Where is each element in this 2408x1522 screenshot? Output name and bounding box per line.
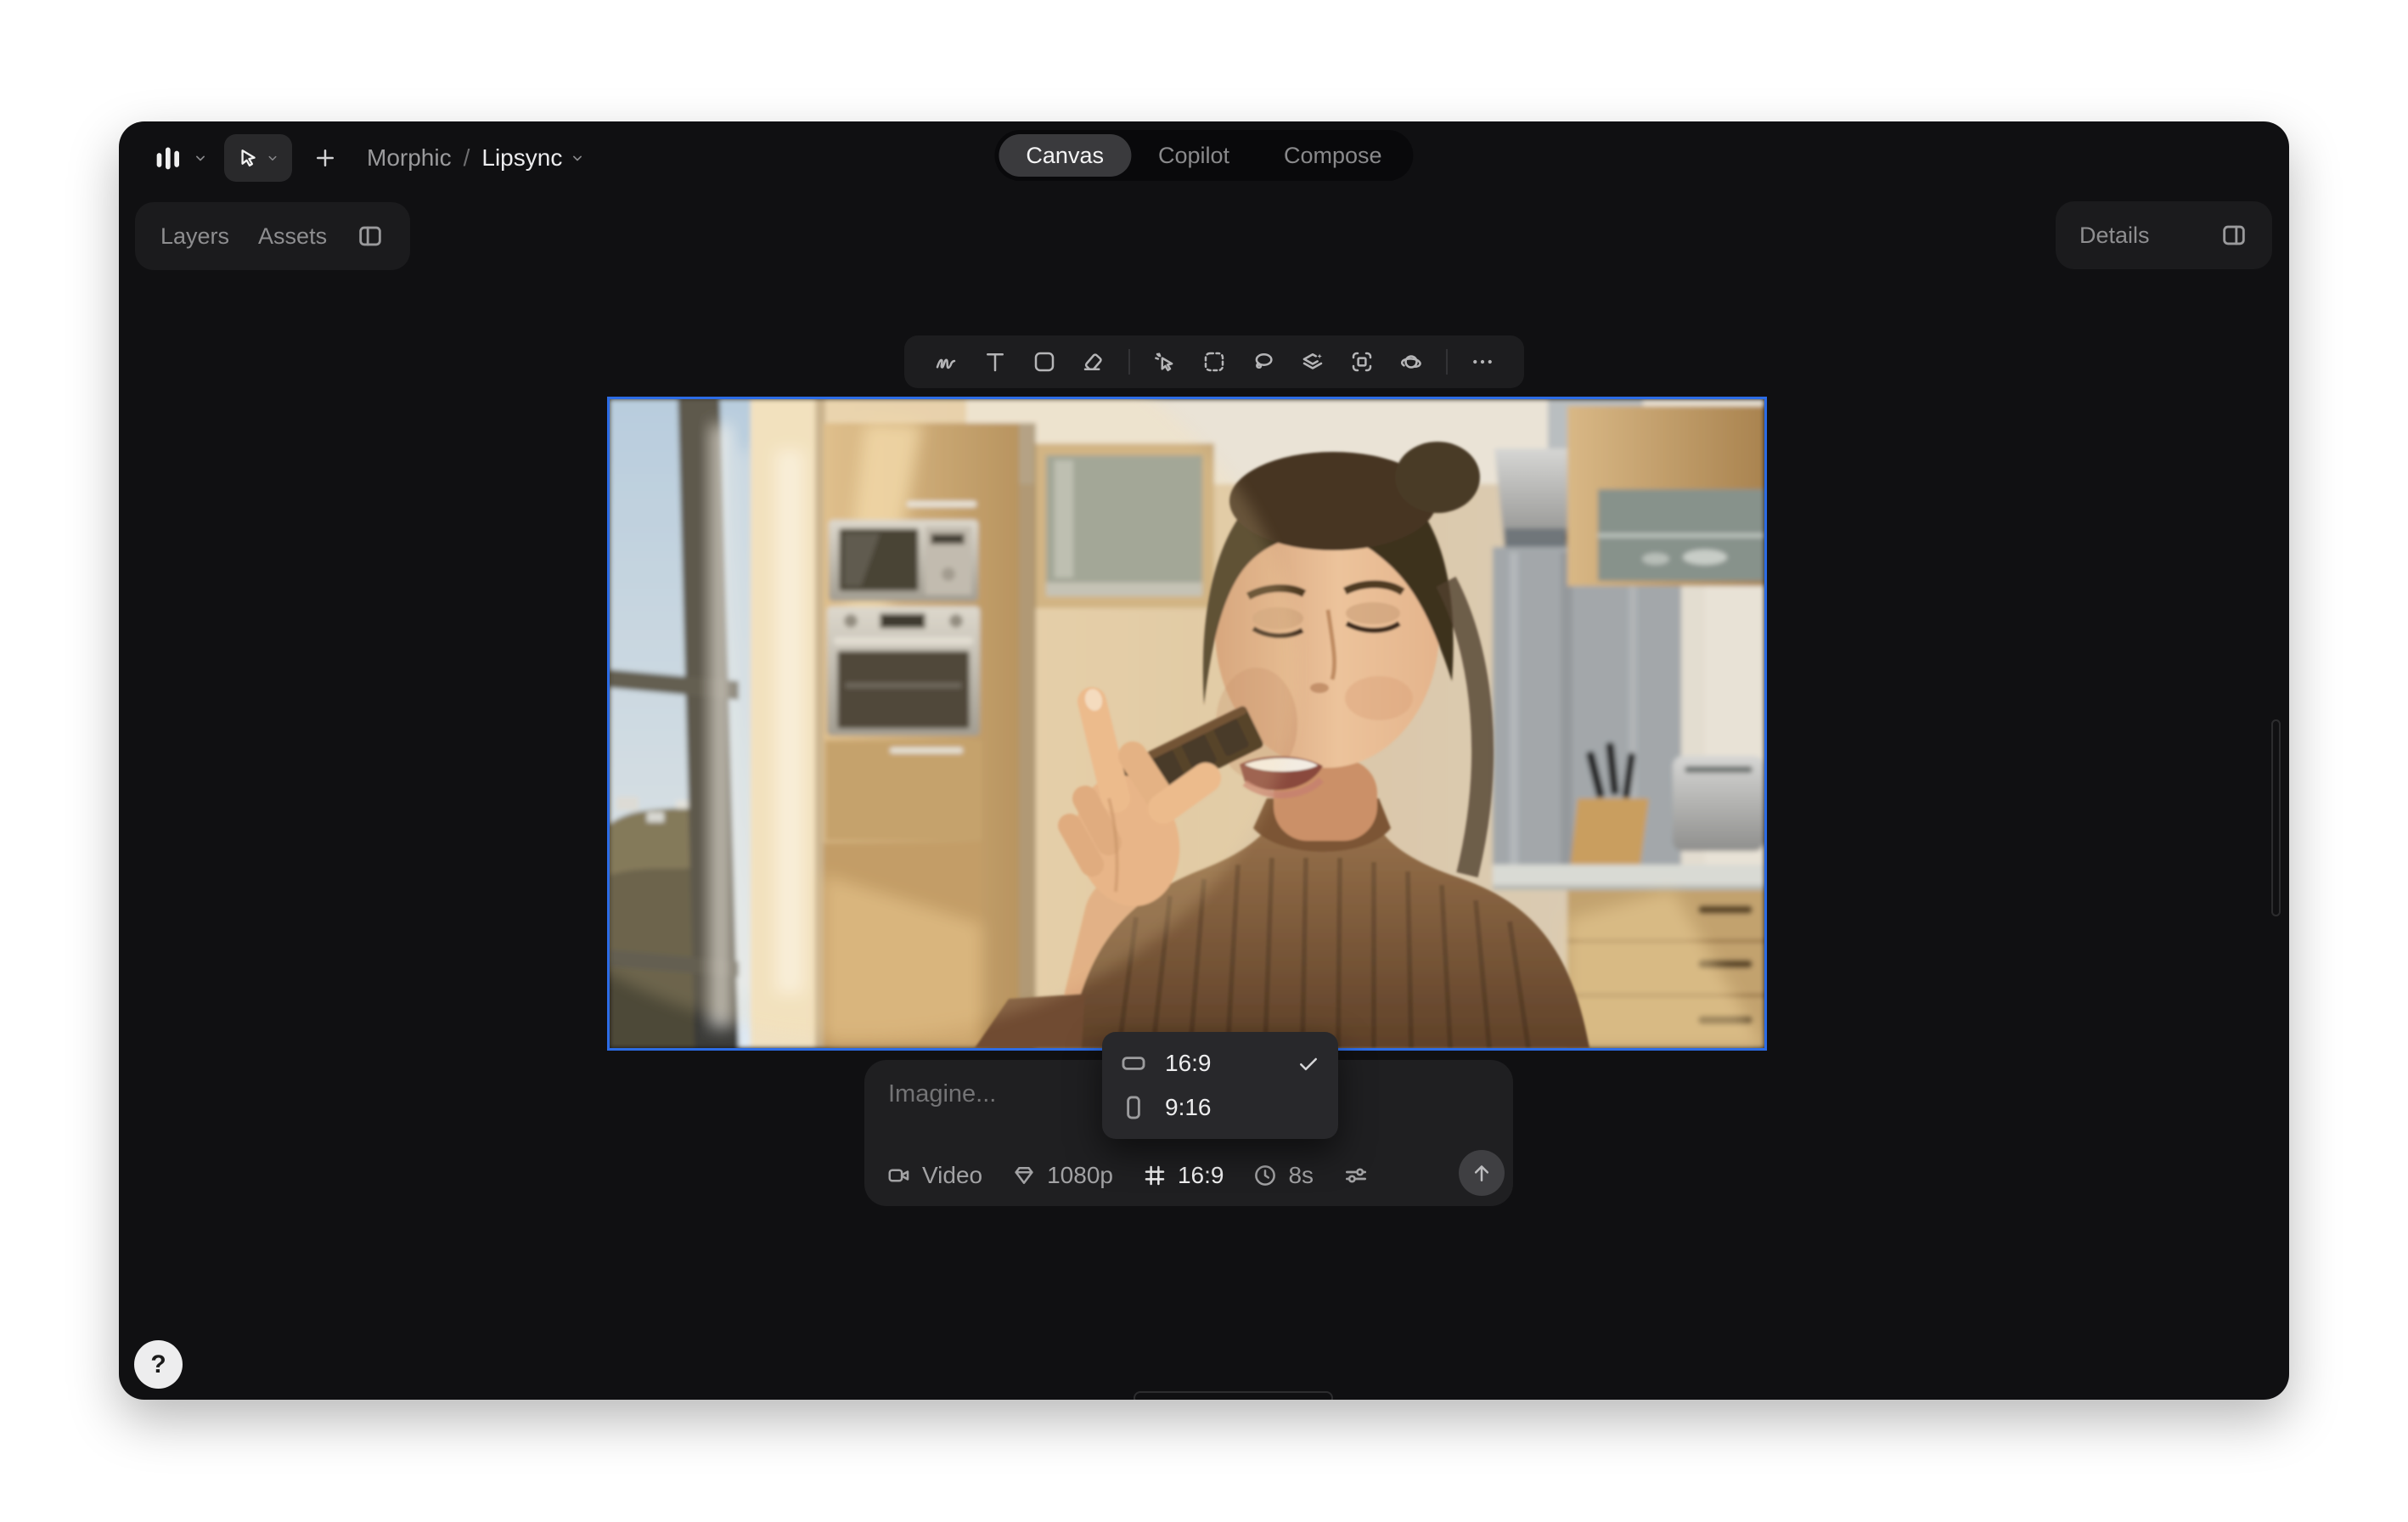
breadcrumb-project-label: Lipsync <box>481 144 562 172</box>
breadcrumb-separator: / <box>464 144 470 172</box>
eraser-tool-button[interactable] <box>1069 335 1118 388</box>
assets-button[interactable]: Assets <box>258 223 327 250</box>
details-button[interactable]: Details <box>2079 223 2150 249</box>
chevron-down-icon <box>265 150 280 166</box>
toolbar-divider <box>1128 349 1130 375</box>
breadcrumb-project[interactable]: Lipsync <box>481 144 586 172</box>
marquee-select-tool-icon <box>1201 349 1227 375</box>
arrow-up-icon <box>1469 1160 1494 1186</box>
vertical-scrollbar[interactable] <box>2271 719 2281 916</box>
lasso-tool-button[interactable] <box>1239 335 1288 388</box>
canvas-toolbar <box>904 335 1524 388</box>
resolution-label: 1080p <box>1047 1162 1113 1189</box>
app-menu-button[interactable] <box>148 136 212 180</box>
aspect-ratio-option[interactable]: 16:9 <box>1142 1162 1224 1189</box>
prompt-options: Video 1080p 16:9 8s <box>886 1162 1370 1189</box>
draw-tool-button[interactable] <box>921 335 971 388</box>
lasso-tool-icon <box>1251 349 1276 375</box>
menu-item-16-9[interactable]: 16:9 <box>1102 1041 1338 1085</box>
portrait-ratio-icon <box>1119 1093 1148 1122</box>
output-type-option[interactable]: Video <box>886 1162 982 1189</box>
menu-item-label: 16:9 <box>1165 1050 1212 1077</box>
duration-label: 8s <box>1288 1162 1314 1189</box>
kitchen-photo-illustration <box>610 399 1764 1048</box>
shape-tool-icon <box>1032 349 1057 375</box>
magic-select-tool-button[interactable] <box>1140 335 1190 388</box>
morphic-logo-icon <box>151 141 185 175</box>
plus-icon <box>312 145 338 171</box>
horizontal-scrollbar[interactable] <box>1134 1391 1333 1400</box>
panel-left-toggle-button[interactable] <box>356 222 385 251</box>
canvas-selected-image[interactable] <box>610 399 1764 1048</box>
text-tool-button[interactable] <box>971 335 1020 388</box>
cursor-tool-button[interactable] <box>224 134 292 182</box>
breadcrumb-app[interactable]: Morphic <box>367 144 452 172</box>
frame-crop-tool-button[interactable] <box>1337 335 1387 388</box>
clock-icon <box>1252 1163 1278 1188</box>
gem-icon <box>1011 1163 1037 1188</box>
draw-tool-icon <box>933 349 959 375</box>
layers-generate-tool-icon <box>1300 349 1325 375</box>
menu-item-label: 9:16 <box>1165 1094 1212 1121</box>
submit-button[interactable] <box>1459 1150 1505 1196</box>
aspect-ratio-menu: 16:9 9:16 <box>1102 1032 1338 1139</box>
help-button[interactable]: ? <box>134 1340 183 1389</box>
frame-crop-tool-icon <box>1349 349 1375 375</box>
chevron-down-icon <box>569 149 586 166</box>
more-tools-button[interactable] <box>1458 335 1507 388</box>
mode-tabs: Canvas Copilot Compose <box>994 130 1413 181</box>
menu-item-9-16[interactable]: 9:16 <box>1102 1085 1338 1130</box>
app-window: Morphic / Lipsync Canvas Copilot Compose… <box>119 121 2289 1400</box>
shape-tool-button[interactable] <box>1020 335 1069 388</box>
cursor-arrow-icon <box>236 146 260 170</box>
landscape-ratio-icon <box>1119 1049 1148 1078</box>
check-icon <box>1296 1051 1321 1076</box>
tab-canvas[interactable]: Canvas <box>999 134 1131 177</box>
marquee-select-tool-button[interactable] <box>1190 335 1239 388</box>
tab-copilot[interactable]: Copilot <box>1131 134 1257 177</box>
orbit-3d-tool-button[interactable] <box>1387 335 1436 388</box>
left-panel-toggle: Layers Assets <box>135 202 410 270</box>
output-type-label: Video <box>922 1162 982 1189</box>
add-button[interactable] <box>304 134 346 182</box>
layers-generate-tool-button[interactable] <box>1288 335 1337 388</box>
duration-option[interactable]: 8s <box>1252 1162 1314 1189</box>
panel-left-icon <box>356 222 385 251</box>
right-panel-toggle: Details <box>2056 201 2272 269</box>
frame-ratio-icon <box>1142 1163 1167 1188</box>
video-camera-icon <box>886 1163 912 1188</box>
magic-select-tool-icon <box>1152 349 1178 375</box>
resolution-option[interactable]: 1080p <box>1011 1162 1113 1189</box>
header-left: Morphic / Lipsync <box>148 133 586 183</box>
eraser-tool-icon <box>1081 349 1106 375</box>
tab-compose[interactable]: Compose <box>1257 134 1409 177</box>
generation-settings-button[interactable] <box>1342 1162 1370 1189</box>
panel-right-icon <box>2220 221 2248 250</box>
aspect-ratio-label: 16:9 <box>1178 1162 1224 1189</box>
orbit-3d-tool-icon <box>1398 349 1424 375</box>
help-label: ? <box>150 1350 166 1379</box>
sliders-icon <box>1342 1162 1370 1189</box>
text-tool-icon <box>982 349 1008 375</box>
more-tools-icon <box>1470 349 1495 375</box>
panel-right-toggle-button[interactable] <box>2220 221 2248 250</box>
toolbar-divider <box>1446 349 1448 375</box>
breadcrumb: Morphic / Lipsync <box>367 144 586 172</box>
layers-button[interactable]: Layers <box>160 223 229 250</box>
chevron-down-icon <box>192 149 209 166</box>
